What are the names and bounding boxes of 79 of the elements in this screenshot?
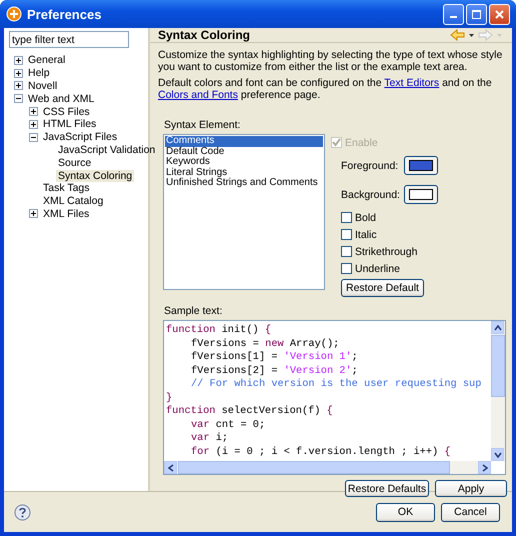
colors-and-fonts-link[interactable]: Colors and Fonts	[158, 89, 238, 101]
collapse-icon[interactable]	[29, 132, 38, 142]
vertical-scrollbar[interactable]	[491, 321, 505, 461]
tree-item[interactable]: Task Tags	[41, 182, 92, 194]
collapse-icon[interactable]	[14, 94, 23, 104]
expand-icon[interactable]	[29, 120, 38, 129]
maximize-icon	[472, 10, 481, 18]
tree-item[interactable]: General	[26, 54, 68, 66]
tree-item[interactable]: XML Catalog	[41, 195, 106, 208]
list-item[interactable]: Literal Strings	[165, 168, 323, 178]
app-icon	[6, 6, 22, 22]
code-line: var i;	[190, 432, 230, 446]
restore-default-button[interactable]: Restore Default	[341, 279, 424, 297]
code-line: for (i = 0 ; i < f.version.length ; i++) {	[190, 446, 452, 459]
sample-text-label: Sample text:	[164, 305, 224, 317]
code-line: fVersions = new Array();	[190, 338, 340, 351]
dialog-button[interactable]: OK	[376, 502, 435, 522]
expand-icon[interactable]	[29, 209, 38, 218]
style-checkbox[interactable]	[341, 263, 352, 274]
page-title: Syntax Coloring	[158, 28, 250, 42]
code-line: function init() {	[166, 324, 272, 338]
code-line: fVersions[2] = 'Version 2';	[190, 364, 359, 378]
tree-item[interactable]: Syntax Coloring	[56, 170, 134, 182]
tree-item[interactable]: Novell	[26, 80, 60, 92]
code-line: var cnt = 0;	[190, 418, 266, 432]
page-button[interactable]: Restore Defaults	[345, 480, 429, 497]
code-line: // For which version is the user requesting sup	[190, 378, 482, 392]
horizontal-scrollbar[interactable]	[164, 461, 491, 474]
close-icon	[495, 10, 504, 18]
tree-item[interactable]: JavaScript Validation	[56, 144, 158, 156]
expand-icon[interactable]	[29, 107, 38, 116]
expand-icon[interactable]	[14, 68, 23, 78]
description-text: Customize the syntax highlighting by selecting the type of text whose style you want to customize from either the list or the example text area.	[158, 49, 504, 73]
minimize-icon	[450, 16, 457, 18]
checkbox-label: Enable	[345, 136, 378, 148]
expand-icon[interactable]	[14, 56, 23, 65]
maximize-button[interactable]	[466, 4, 487, 24]
window-title: Preferences	[27, 6, 102, 22]
code-line: }	[166, 392, 174, 405]
color-picker-button[interactable]	[404, 185, 438, 204]
tree-item[interactable]: HTML Files	[41, 118, 98, 130]
tree-item[interactable]: XML Files	[41, 208, 92, 220]
dialog-button[interactable]: Cancel	[441, 502, 500, 522]
scroll-down-icon[interactable]	[494, 452, 502, 458]
tree-item[interactable]: Source	[56, 156, 94, 169]
tree-item[interactable]: Web and XML	[26, 92, 96, 105]
style-checkbox[interactable]	[341, 212, 352, 223]
list-item[interactable]: Keywords	[165, 157, 323, 168]
checkbox-label: Italic	[355, 228, 377, 240]
checkbox-label: Bold	[355, 212, 376, 224]
back-arrow-icon[interactable]	[450, 28, 476, 42]
code-line: function selectVersion(f) {	[166, 405, 334, 418]
text-editors-link[interactable]: Text Editors	[384, 77, 440, 89]
close-button[interactable]	[489, 4, 510, 24]
scroll-right-icon[interactable]	[482, 464, 488, 472]
checkbox-label: Strikethrough	[355, 246, 418, 258]
list-item[interactable]: Default Code	[165, 146, 323, 157]
color-picker-button[interactable]	[404, 156, 438, 175]
tree-item[interactable]: CSS Files	[41, 106, 92, 118]
color-label: Foreground:	[341, 160, 399, 172]
syntax-element-label: Syntax Element:	[164, 119, 242, 131]
sample-code-editor[interactable]	[163, 320, 506, 475]
tree-item[interactable]: JavaScript Files	[41, 131, 120, 144]
style-checkbox[interactable]	[341, 246, 352, 257]
code-line: fVersions[1] = 'Version 1';	[190, 351, 359, 364]
filter-field[interactable]: type filter text	[9, 31, 129, 48]
list-item[interactable]: Comments	[165, 136, 323, 146]
expand-icon[interactable]	[14, 81, 23, 90]
list-item[interactable]: Unfinished Strings and Comments	[165, 178, 323, 188]
minimize-button[interactable]	[443, 4, 464, 24]
tree-item[interactable]: Help	[26, 67, 52, 80]
help-icon[interactable]	[14, 504, 31, 520]
style-checkbox[interactable]	[341, 229, 352, 240]
defaults-note-text: Default colors and font can be configured on the Text Editors and on the Colors and Fonts preference page.	[158, 77, 493, 101]
color-label: Background:	[341, 188, 399, 200]
page-button[interactable]: Apply	[435, 480, 507, 497]
scroll-up-icon[interactable]	[494, 324, 502, 330]
scroll-left-icon[interactable]	[168, 464, 174, 472]
checkbox-label: Underline	[355, 262, 400, 274]
